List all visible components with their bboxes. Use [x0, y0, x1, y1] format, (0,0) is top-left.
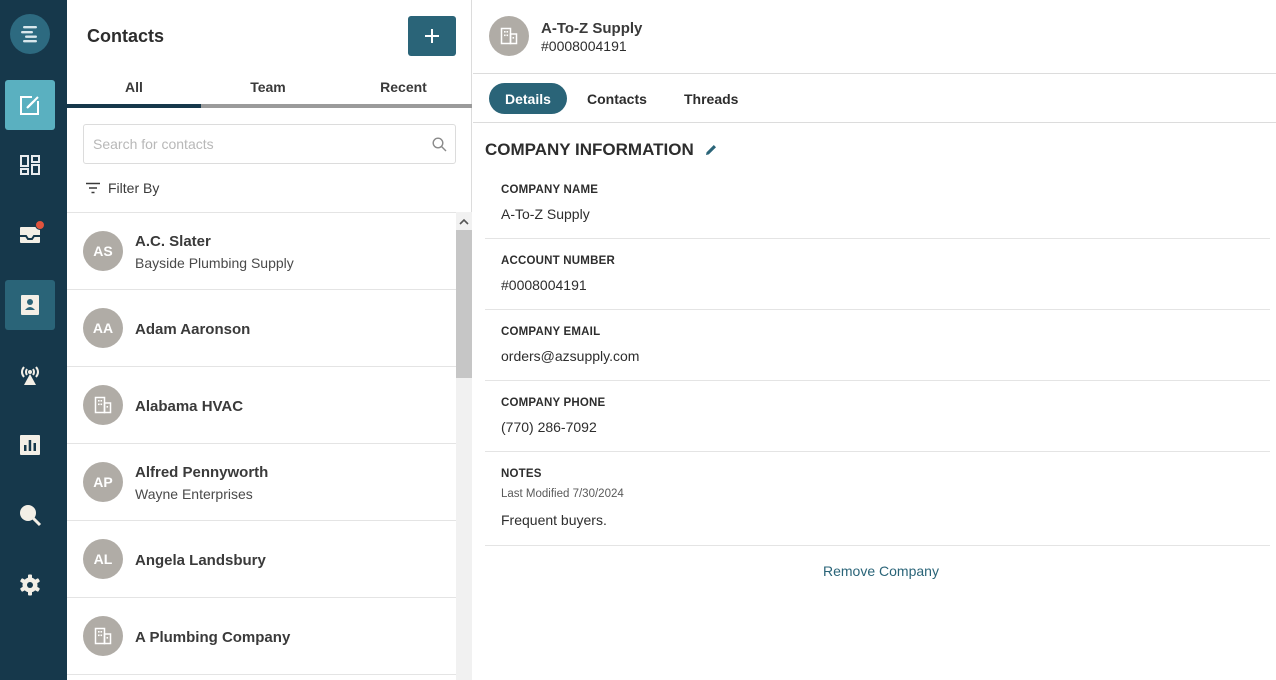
contact-company: Wayne Enterprises [135, 486, 253, 502]
company-detail-panel: A-To-Z Supply #0008004191 Details Contac… [473, 0, 1276, 680]
notes-field: NOTES Last Modified 7/30/2024 Frequent b… [485, 468, 1270, 546]
avatar: AL [83, 539, 123, 579]
contact-name: A Plumbing Company [135, 629, 291, 646]
settings-icon[interactable] [5, 560, 55, 610]
compose-icon[interactable] [5, 80, 55, 130]
filter-label: Filter By [108, 180, 160, 196]
contacts-tabs: All Team Recent [67, 76, 472, 108]
section-title: COMPANY INFORMATION [485, 140, 718, 160]
detail-header: A-To-Z Supply #0008004191 [473, 0, 1276, 74]
contacts-title: Contacts [87, 26, 165, 46]
company-building-icon [83, 616, 123, 656]
tab-contacts[interactable]: Contacts [571, 83, 663, 114]
contact-name: Angela Landsbury [135, 552, 266, 569]
contact-list-item[interactable]: AL Angela Landsbury [67, 521, 456, 598]
tab-threads[interactable]: Threads [668, 83, 754, 114]
notification-dot [35, 220, 45, 230]
tab-details-label: Details [505, 90, 551, 107]
tab-details[interactable]: Details [489, 83, 567, 114]
search-icon[interactable] [5, 490, 55, 540]
company-building-icon [83, 385, 123, 425]
company-information-heading: COMPANY INFORMATION [485, 140, 694, 159]
company-phone-field: COMPANY PHONE (770) 286-7092 [485, 397, 1270, 452]
notes-value: Frequent buyers. [501, 512, 607, 528]
company-email-field: COMPANY EMAIL orders@azsupply.com [485, 326, 1270, 381]
filter-by-button[interactable]: Filter By [85, 180, 159, 196]
contact-name: Adam Aaronson [135, 321, 251, 338]
contact-list-item[interactable]: AP Alfred Pennyworth Wayne Enterprises [67, 444, 456, 521]
notes-last-modified: Last Modified 7/30/2024 [501, 488, 624, 500]
notes-label: NOTES [501, 468, 542, 480]
company-email-label: COMPANY EMAIL [501, 326, 601, 338]
contact-name: Alabama HVAC [135, 398, 244, 415]
scroll-up-arrow-icon[interactable] [456, 212, 472, 230]
tab-team-label: Team [250, 79, 286, 95]
tab-recent-label: Recent [380, 79, 427, 95]
filter-icon [86, 182, 100, 194]
magnifier-icon [432, 137, 447, 152]
company-phone-value: (770) 286-7092 [501, 419, 597, 435]
company-email-value: orders@azsupply.com [501, 348, 640, 364]
broadcast-icon[interactable] [5, 350, 55, 400]
company-number: #0008004191 [541, 38, 627, 54]
inbox-icon[interactable] [5, 210, 55, 260]
edit-pencil-icon[interactable] [704, 143, 718, 157]
reports-icon[interactable] [5, 420, 55, 470]
left-nav-rail [0, 0, 67, 680]
contact-list-item[interactable]: Alabama HVAC [67, 367, 456, 444]
company-building-icon [489, 16, 529, 56]
contact-company: Bayside Plumbing Supply [135, 255, 294, 271]
contacts-book-icon[interactable] [5, 280, 55, 330]
contact-list-item[interactable]: AA Adam Aaronson [67, 290, 456, 367]
contact-search [83, 124, 456, 164]
contacts-panel: Contacts All Team Recent Filter By [67, 0, 472, 680]
tab-active-underline [67, 104, 201, 108]
plus-icon [425, 29, 439, 43]
tab-threads-label: Threads [684, 90, 739, 107]
avatar: AS [83, 231, 123, 271]
app-logo-icon[interactable] [10, 14, 50, 54]
scrollbar-thumb[interactable] [456, 230, 472, 378]
contact-list-scrollbar[interactable] [456, 212, 472, 680]
contact-list-item[interactable]: A Plumbing Company [67, 598, 456, 675]
search-input[interactable] [84, 125, 414, 163]
dashboard-icon[interactable] [5, 140, 55, 190]
remove-company-link[interactable]: Remove Company [823, 563, 939, 579]
avatar: AP [83, 462, 123, 502]
company-phone-label: COMPANY PHONE [501, 397, 606, 409]
contact-name: Alfred Pennyworth [135, 464, 269, 481]
account-number-value: #0008004191 [501, 277, 587, 293]
tab-contacts-label: Contacts [587, 90, 647, 107]
detail-tabs: Details Contacts Threads [473, 74, 1276, 123]
company-name-field: COMPANY NAME A-To-Z Supply [485, 184, 1270, 239]
account-number-field: ACCOUNT NUMBER #0008004191 [485, 255, 1270, 310]
contact-list-item[interactable]: AS A.C. Slater Bayside Plumbing Supply [67, 213, 456, 290]
company-name-value: A-To-Z Supply [501, 206, 590, 222]
account-number-label: ACCOUNT NUMBER [501, 255, 615, 267]
company-title: A-To-Z Supply [541, 20, 643, 37]
add-contact-button[interactable] [408, 16, 456, 56]
contact-list: AS A.C. Slater Bayside Plumbing Supply A… [67, 212, 456, 680]
contact-name: A.C. Slater [135, 233, 211, 250]
tab-all-label: All [125, 79, 143, 95]
avatar: AA [83, 308, 123, 348]
company-name-label: COMPANY NAME [501, 184, 599, 196]
